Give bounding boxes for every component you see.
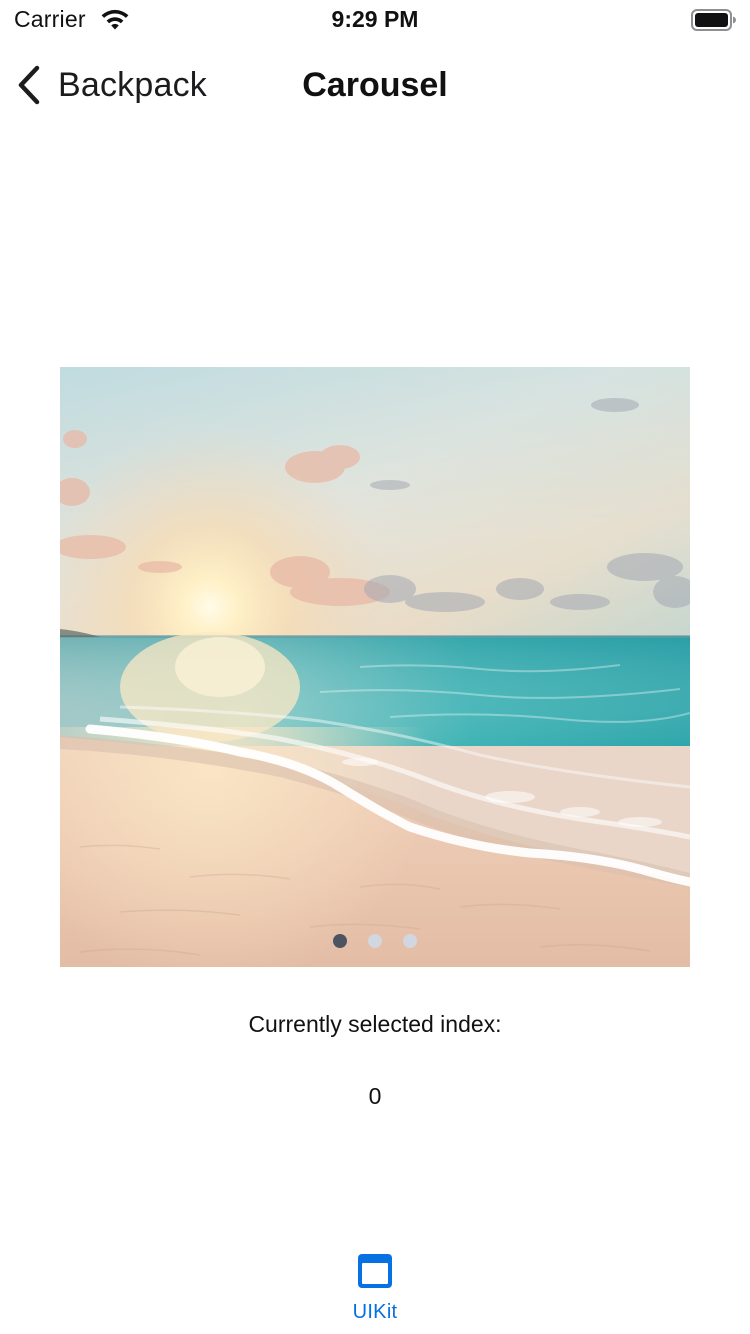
page-dot[interactable] (403, 934, 417, 948)
page-title: Carousel (302, 66, 448, 104)
navigation-bar: Backpack Carousel (0, 50, 750, 120)
screen: Carrier 9:29 PM Backpack Carousel Curren… (0, 0, 750, 1334)
battery-full-icon (691, 9, 736, 31)
status-time: 9:29 PM (331, 6, 419, 32)
page-indicator[interactable] (60, 934, 690, 948)
tab-bar: UIKit (0, 1240, 750, 1334)
carousel[interactable] (60, 367, 690, 967)
selected-index-value: 0 (368, 1083, 382, 1109)
page-dot[interactable] (333, 934, 347, 948)
window-icon (358, 1254, 392, 1288)
status-bar: Carrier 9:29 PM (0, 0, 750, 40)
tab-uikit-label: UIKit (352, 1301, 398, 1323)
page-dot[interactable] (368, 934, 382, 948)
beach-sunset-photo (60, 367, 690, 967)
selected-index-caption: Currently selected index: (248, 1011, 502, 1037)
tab-uikit[interactable]: UIKit (325, 1252, 425, 1334)
